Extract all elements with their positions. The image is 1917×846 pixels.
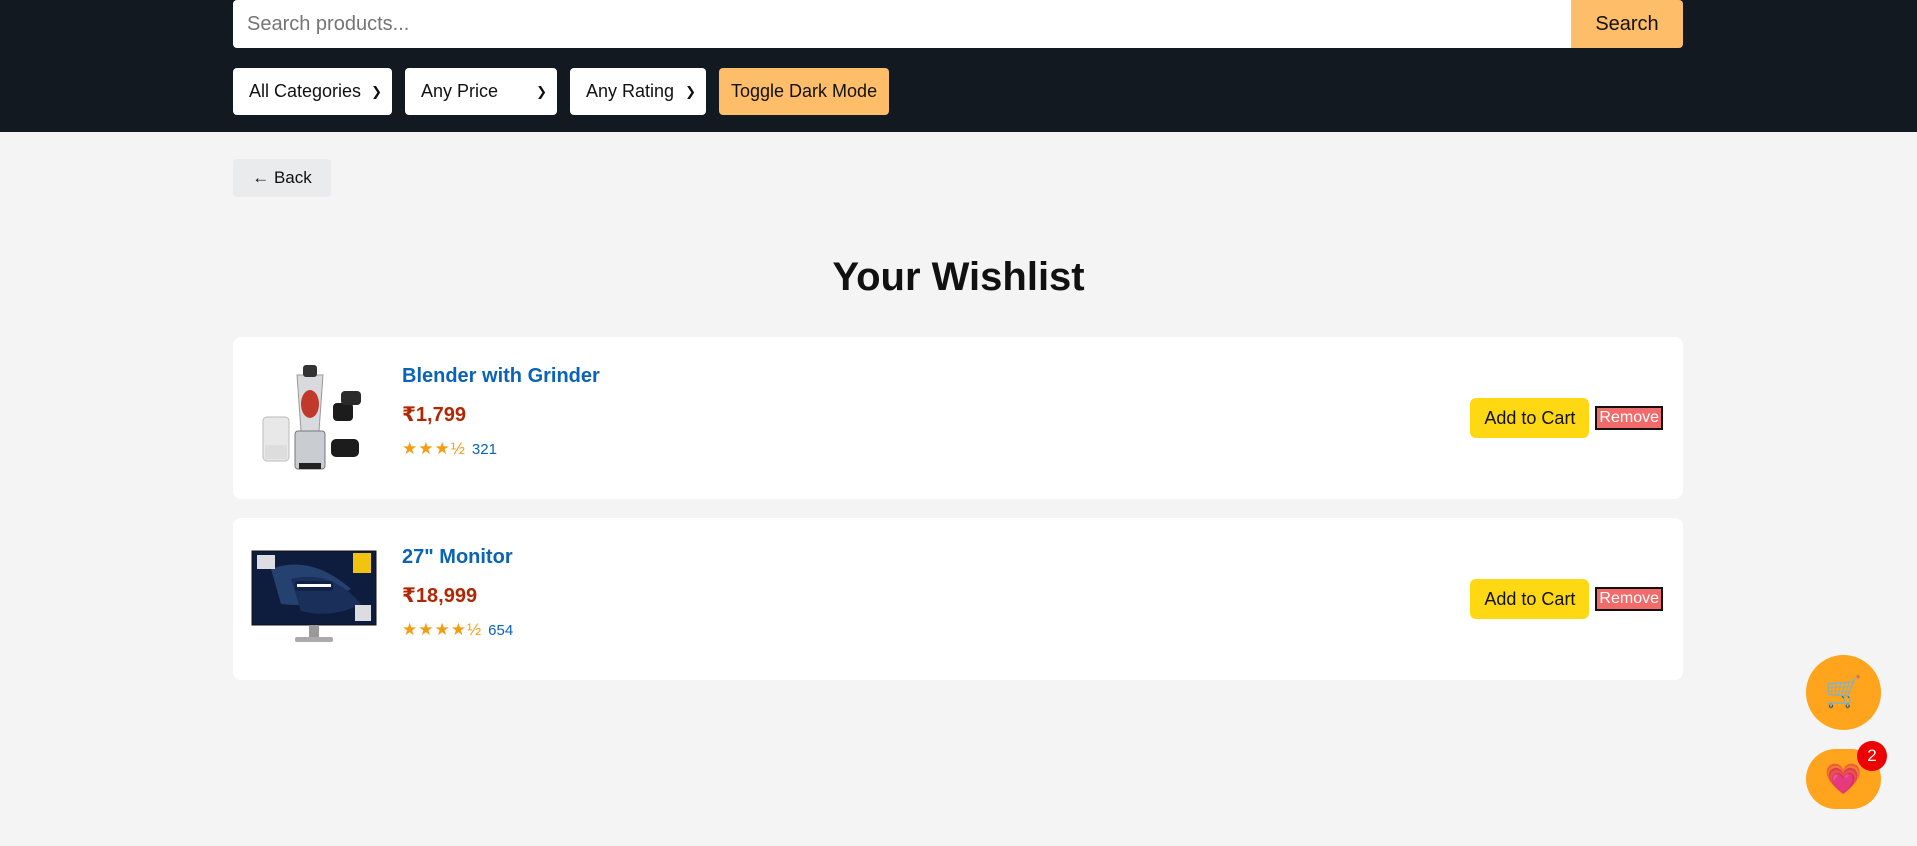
remove-button[interactable]: Remove [1595,406,1663,430]
price-select[interactable]: Any Price ❯ [405,68,557,115]
star-rating-icon: ★★★★½ [402,620,483,639]
floating-cart-button[interactable]: 🛒 [1806,655,1881,730]
chevron-down-icon: ❯ [685,83,696,99]
category-select-value: All Categories [249,81,362,101]
chevron-down-icon: ❯ [536,83,547,99]
search-input[interactable] [233,0,1571,48]
product-price: ₹18,999 [402,585,478,607]
top-header: Search All Categories ❯ Any Price ❯ Any … [0,0,1917,132]
rating-count: 654 [488,621,514,639]
filter-bar: All Categories ❯ Any Price ❯ Any Rating … [233,68,890,115]
item-actions: Add to Cart Remove [1470,398,1663,438]
product-rating: ★★★★½ 654 [402,620,513,640]
wishlist-item: Blender with Grinder ₹1,799 ★★★½ 321 Add… [233,337,1683,499]
add-to-cart-button[interactable]: Add to Cart [1470,579,1590,619]
search-button[interactable]: Search [1571,0,1683,48]
category-select[interactable]: All Categories ❯ [233,68,392,115]
add-to-cart-button[interactable]: Add to Cart [1470,398,1590,438]
heart-icon: 💗 [1824,762,1863,796]
rating-select-value: Any Rating [586,81,675,101]
chevron-down-icon: ❯ [371,83,382,99]
wishlist-item: 27" Monitor ₹18,999 ★★★★½ 654 Add to Car… [233,518,1683,680]
star-rating-icon: ★★★½ [402,439,466,458]
toggle-dark-mode-button[interactable]: Toggle Dark Mode [719,68,890,115]
product-name-link[interactable]: Blender with Grinder [402,365,600,388]
rating-select[interactable]: Any Rating ❯ [570,68,706,115]
wishlist-count-badge: 2 [1857,741,1887,771]
remove-button[interactable]: Remove [1595,587,1663,611]
price-select-value: Any Price [421,81,499,101]
search-bar: Search [233,0,1683,48]
product-image-blender[interactable] [251,357,377,479]
page-title: Your Wishlist [832,255,1085,299]
product-price: ₹1,799 [402,404,466,426]
product-name-link[interactable]: 27" Monitor [402,546,513,569]
rating-count: 321 [471,440,497,458]
item-actions: Add to Cart Remove [1470,579,1663,619]
cart-icon: 🛒 [1824,676,1863,709]
product-rating: ★★★½ 321 [402,439,600,459]
back-button[interactable]: ← Back [233,159,331,197]
item-info: Blender with Grinder ₹1,799 ★★★½ 321 [402,365,600,459]
floating-wishlist-button[interactable]: 💗 2 [1806,741,1887,809]
item-info: 27" Monitor ₹18,999 ★★★★½ 654 [402,546,513,640]
product-image-monitor[interactable] [251,538,377,660]
